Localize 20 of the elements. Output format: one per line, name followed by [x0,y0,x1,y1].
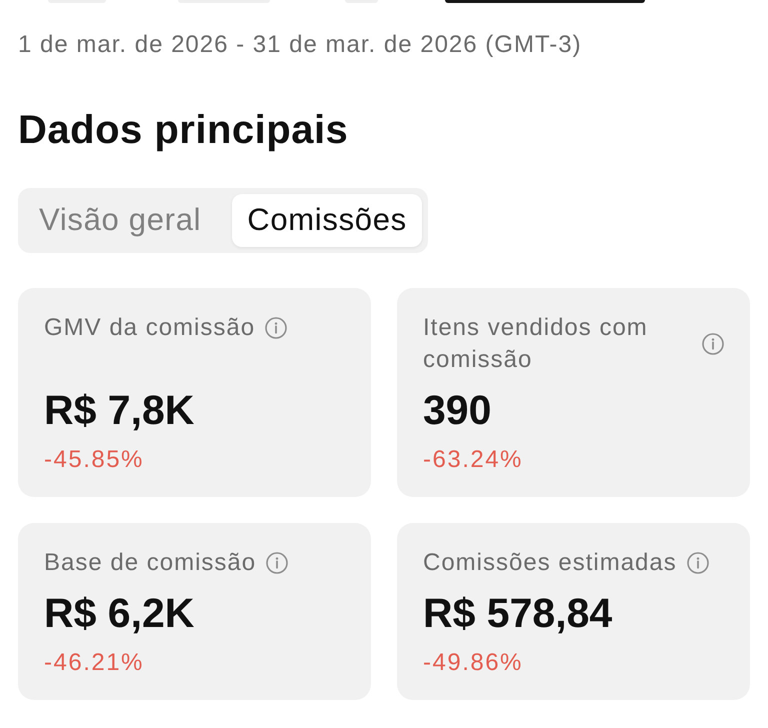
info-icon[interactable] [266,552,288,574]
metric-label: Comissões estimadas [423,548,677,578]
metric-label: GMV da comissão [44,313,256,343]
change-percentage: -63.24% [423,445,523,475]
metric-label: Itens vendidos com comissão [423,313,649,375]
metric-value: R$ 578,84 [423,589,612,637]
metric-label: Base de comissão [44,548,256,578]
metric-value: 390 [423,386,492,434]
info-icon[interactable] [686,552,709,574]
tab[interactable]: Comissões [232,194,422,247]
info-icon[interactable] [265,317,288,339]
change-percentage: -45.85% [44,445,144,475]
metric-value: R$ 6,2K [44,589,194,637]
change-percentage: -49.86% [423,648,523,678]
info-icon[interactable] [702,333,724,355]
tab[interactable]: Visão geral [24,194,216,247]
change-percentage: -46.21% [44,648,144,678]
metric-value: R$ 7,8K [44,386,194,434]
section-title: Dados principais [18,107,348,154]
date-range: 1 de mar. de 2026 - 31 de mar. de 2026 (GMT-3) [18,30,582,60]
